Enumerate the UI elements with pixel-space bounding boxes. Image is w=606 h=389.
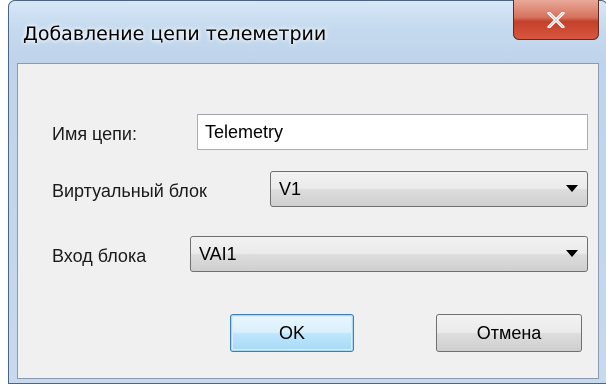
block-input-label: Вход блока: [52, 246, 147, 266]
chevron-down-icon: [566, 250, 578, 257]
chain-name-input[interactable]: Telemetry: [197, 114, 588, 150]
cancel-button[interactable]: Отмена: [436, 314, 582, 352]
chevron-down-icon: [566, 185, 578, 192]
close-button[interactable]: [513, 0, 599, 40]
desktop: Добавление цепи телеметрии Имя цепи: Tel…: [0, 0, 606, 389]
window-title: Добавление цепи телеметрии: [23, 23, 327, 45]
virtual-block-select[interactable]: V1: [270, 171, 588, 207]
chain-name-label: Имя цепи:: [52, 124, 137, 144]
dialog-window: Добавление цепи телеметрии Имя цепи: Tel…: [8, 0, 606, 384]
virtual-block-label: Виртуальный блок: [52, 181, 207, 201]
close-icon: [547, 11, 565, 28]
ok-button[interactable]: OK: [230, 314, 354, 352]
block-input-selected-value: VAI1: [199, 243, 237, 264]
virtual-block-selected-value: V1: [279, 178, 302, 199]
dialog-client-area: Имя цепи: Telemetry Виртуальный блок V1 …: [17, 63, 599, 379]
block-input-select[interactable]: VAI1: [190, 236, 588, 272]
